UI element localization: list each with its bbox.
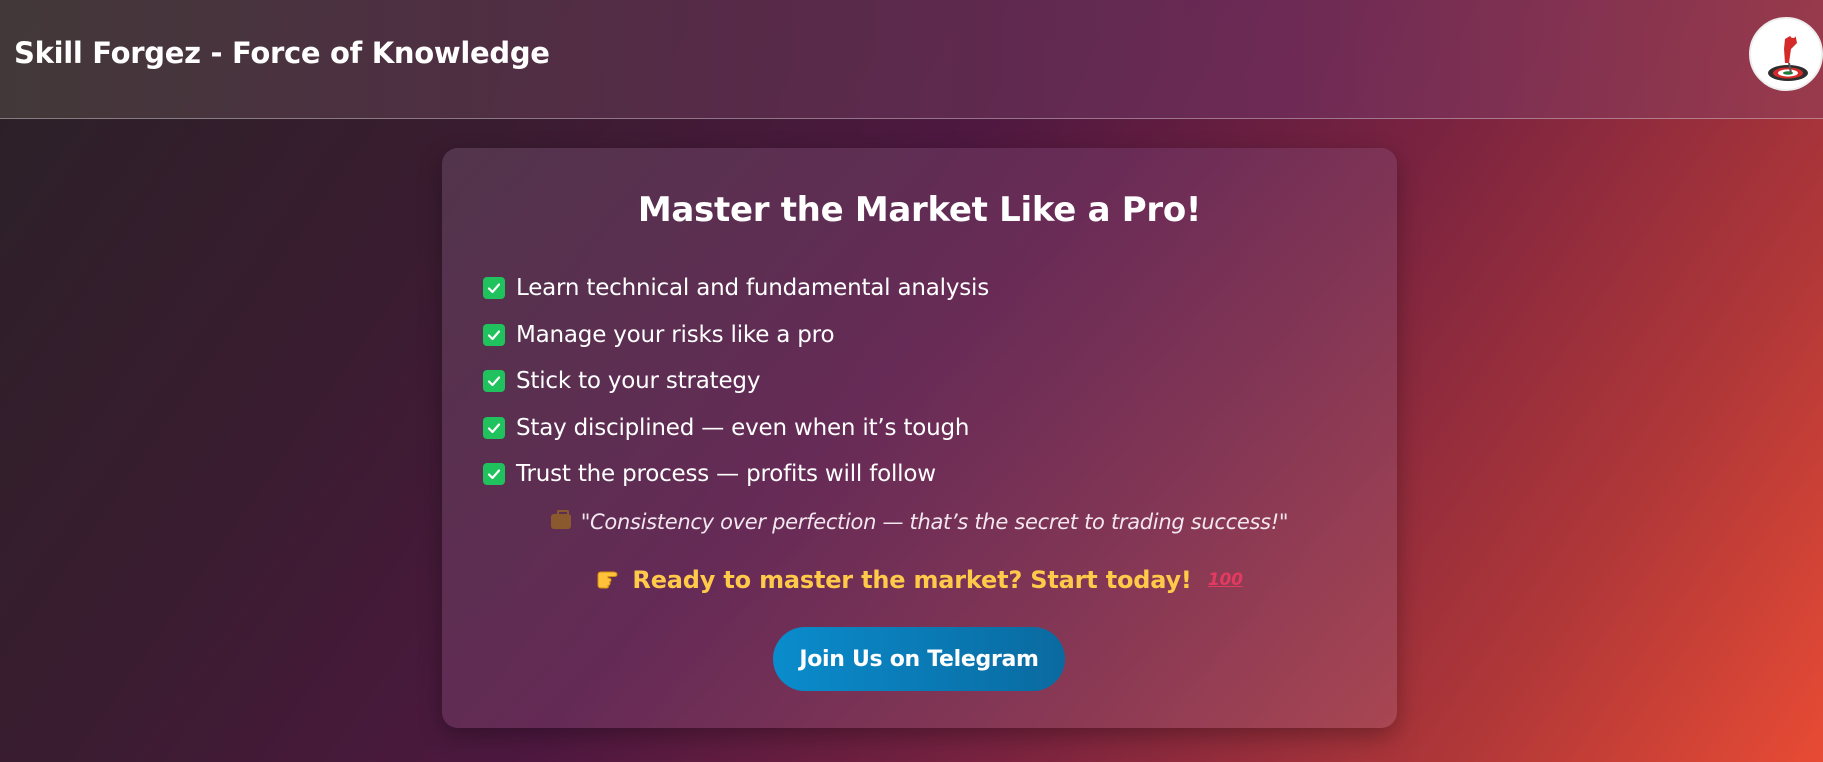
feature-item: Stick to your strategy [483,358,989,405]
target-dart-logo-icon [1768,32,1808,81]
feature-text: Stay disciplined — even when it’s tough [516,414,970,441]
feature-text: Manage your risks like a pro [516,321,835,348]
feature-text: Stick to your strategy [516,368,761,395]
feature-list: Learn technical and fundamental analysis… [483,265,989,498]
checkmark-icon [483,416,505,439]
feature-text: Learn technical and fundamental analysis [516,275,989,302]
checkmark-icon [483,323,505,346]
feature-item: Learn technical and fundamental analysis [483,265,989,312]
call-to-action: Ready to master the market? Start today!… [442,566,1397,595]
hundred-points-icon: 100 [1207,570,1243,590]
feature-item: Stay disciplined — even when it’s tough [483,405,989,452]
site-header: Skill Forgez - Force of Knowledge [0,0,1823,119]
card-title: Master the Market Like a Pro! [637,190,1202,230]
checkmark-icon [483,370,505,393]
join-telegram-button[interactable]: Join Us on Telegram [773,627,1065,691]
site-title: Skill Forgez - Force of Knowledge [14,36,550,70]
briefcase-icon [550,509,571,529]
checkmark-icon [483,277,505,300]
site-logo[interactable] [1749,17,1823,91]
checkmark-icon [483,463,505,486]
quote: "Consistency over perfection — that’s th… [442,509,1397,534]
cta-text: Ready to master the market? Start today! [632,566,1192,594]
feature-item: Manage your risks like a pro [483,312,989,359]
quote-text: "Consistency over perfection — that’s th… [580,510,1289,534]
pointing-hand-icon [596,567,624,595]
feature-item: Trust the process — profits will follow [483,451,989,498]
promo-card: Master the Market Like a Pro! Learn tech… [442,148,1397,728]
feature-text: Trust the process — profits will follow [516,461,936,488]
